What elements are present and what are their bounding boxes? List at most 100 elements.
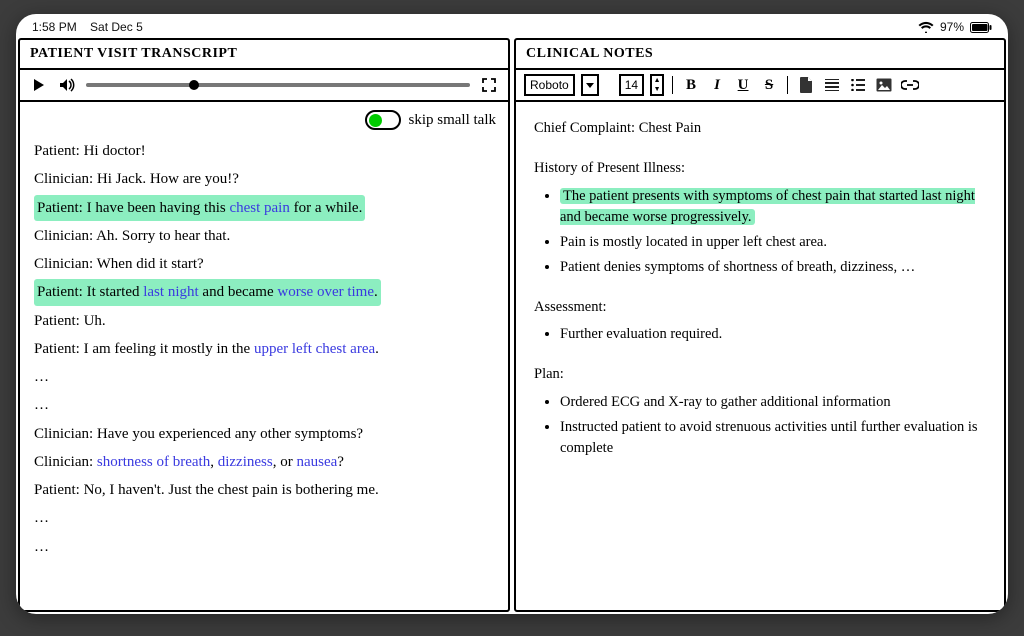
wifi-icon bbox=[918, 21, 934, 33]
split-panes: PATIENT VISIT TRANSCRIPT s bbox=[16, 36, 1008, 614]
transcript-body[interactable]: Patient: Hi doctor!Clinician: Hi Jack. H… bbox=[20, 134, 508, 610]
editor-toolbar: Roboto 14 ▲ ▼ B I U S bbox=[516, 70, 1004, 102]
transcript-line: Clinician: When did it start? bbox=[34, 251, 494, 277]
note-section: History of Present Illness: The patient p… bbox=[534, 158, 986, 279]
keyword: upper left chest area bbox=[254, 341, 375, 357]
toolbar-separator bbox=[787, 76, 788, 94]
transcript-line: Patient: Uh. bbox=[34, 308, 494, 334]
bold-button[interactable]: B bbox=[681, 75, 701, 95]
speaker-prefix: Clinician: bbox=[34, 256, 97, 272]
note-section: Plan: Ordered ECG and X-ray to gather add… bbox=[534, 364, 986, 460]
transcript-line: Patient: I have been having this chest p… bbox=[34, 195, 494, 221]
transcript-text: … bbox=[34, 397, 49, 413]
list-item: Further evaluation required. bbox=[560, 324, 986, 346]
keyword: nausea bbox=[296, 454, 337, 470]
list-item: Instructed patient to avoid strenuous ac… bbox=[560, 417, 986, 461]
font-family-dropdown-icon[interactable] bbox=[581, 74, 599, 96]
toggle-row: skip small talk bbox=[20, 102, 508, 134]
transcript-text: ? bbox=[337, 454, 344, 470]
transcript-text: , bbox=[210, 454, 218, 470]
transcript-pane: PATIENT VISIT TRANSCRIPT s bbox=[18, 38, 510, 612]
keyword: shortness of breath bbox=[97, 454, 210, 470]
play-button[interactable] bbox=[30, 76, 48, 94]
image-icon[interactable] bbox=[874, 75, 894, 95]
align-icon[interactable] bbox=[822, 75, 842, 95]
speaker-prefix: Patient: bbox=[34, 313, 84, 329]
strike-button[interactable]: S bbox=[759, 75, 779, 95]
transcript-text: . bbox=[375, 341, 379, 357]
battery-percent: 97% bbox=[940, 20, 964, 34]
keyword: chest pain bbox=[229, 200, 289, 216]
transcript-text: and became bbox=[199, 284, 278, 300]
speaker-prefix: Patient: bbox=[34, 482, 84, 498]
section-title: Assessment: bbox=[534, 297, 986, 319]
transcript-text: It started bbox=[87, 284, 144, 300]
stepper-up-icon[interactable]: ▲ bbox=[652, 76, 662, 85]
transcript-line: Clinician: Have you experienced any othe… bbox=[34, 421, 494, 447]
list-item: Ordered ECG and X-ray to gather addition… bbox=[560, 392, 986, 414]
transcript-line: … bbox=[34, 392, 494, 418]
seek-slider[interactable] bbox=[86, 83, 470, 87]
toggle-knob bbox=[369, 114, 382, 127]
transcript-line: Clinician: Hi Jack. How are you!? bbox=[34, 166, 494, 192]
list-icon[interactable] bbox=[848, 75, 868, 95]
transcript-text: I have been having this bbox=[87, 200, 230, 216]
note-section: Chief Complaint: Chest Pain bbox=[534, 118, 986, 140]
speaker-prefix: Patient: bbox=[34, 341, 84, 357]
font-size-value: 14 bbox=[625, 78, 638, 92]
transcript-text: Hi doctor! bbox=[84, 143, 146, 159]
section-list: The patient presents with symptoms of ch… bbox=[534, 186, 986, 279]
notes-body[interactable]: Chief Complaint: Chest Pain History of Pr… bbox=[516, 102, 1004, 610]
fullscreen-button[interactable] bbox=[480, 76, 498, 94]
transcript-title: PATIENT VISIT TRANSCRIPT bbox=[20, 40, 508, 70]
speaker-prefix: Clinician: bbox=[34, 454, 97, 470]
stepper-down-icon[interactable]: ▼ bbox=[652, 85, 662, 94]
speaker-prefix: Clinician: bbox=[34, 228, 96, 244]
transcript-line: Patient: No, I haven't. Just the chest p… bbox=[34, 477, 494, 503]
transcript-line: … bbox=[34, 364, 494, 390]
note-section: Assessment: Further evaluation required. bbox=[534, 297, 986, 347]
transcript-text: Have you experienced any other symptoms? bbox=[97, 426, 363, 442]
highlighted-note: The patient presents with symptoms of ch… bbox=[560, 188, 975, 226]
skip-small-talk-label: skip small talk bbox=[409, 112, 497, 129]
font-size-stepper[interactable]: ▲ ▼ bbox=[650, 74, 664, 96]
speaker-prefix: Clinician: bbox=[34, 426, 97, 442]
file-icon[interactable] bbox=[796, 75, 816, 95]
seek-thumb[interactable] bbox=[189, 80, 199, 90]
list-item: Pain is mostly located in upper left che… bbox=[560, 232, 986, 254]
transcript-line: Clinician: Ah. Sorry to hear that. bbox=[34, 223, 494, 249]
transcript-text: When did it start? bbox=[97, 256, 204, 272]
link-icon[interactable] bbox=[900, 75, 920, 95]
transcript-text: … bbox=[34, 510, 49, 526]
speaker-prefix: Patient: bbox=[34, 143, 84, 159]
section-list: Further evaluation required. bbox=[534, 324, 986, 346]
transcript-line: Clinician: shortness of breath, dizzines… bbox=[34, 449, 494, 475]
notes-pane: CLINICAL NOTES Roboto 14 ▲ ▼ B I bbox=[514, 38, 1006, 612]
transcript-text: for a while. bbox=[290, 200, 362, 216]
status-left: 1:58 PM Sat Dec 5 bbox=[32, 20, 143, 34]
list-item: Patient denies symptoms of shortness of … bbox=[560, 257, 986, 279]
transcript-text: I am feeling it mostly in the bbox=[84, 341, 254, 357]
transcript-text: . bbox=[374, 284, 378, 300]
status-right: 97% bbox=[918, 20, 992, 34]
underline-button[interactable]: U bbox=[733, 75, 753, 95]
font-family-select[interactable]: Roboto bbox=[524, 74, 575, 96]
toolbar-separator bbox=[672, 76, 673, 94]
font-size-select[interactable]: 14 bbox=[619, 74, 644, 96]
italic-button[interactable]: I bbox=[707, 75, 727, 95]
transcript-text: Hi Jack. How are you!? bbox=[97, 171, 239, 187]
volume-button[interactable] bbox=[58, 76, 76, 94]
list-item: The patient presents with symptoms of ch… bbox=[560, 186, 986, 230]
speaker-prefix: Patient: bbox=[37, 200, 87, 216]
transcript-text: , or bbox=[273, 454, 297, 470]
section-title: Chief Complaint: Chest Pain bbox=[534, 118, 986, 140]
transcript-line: … bbox=[34, 505, 494, 531]
section-title: History of Present Illness: bbox=[534, 158, 986, 180]
notes-title: CLINICAL NOTES bbox=[516, 40, 1004, 70]
skip-small-talk-toggle[interactable] bbox=[365, 110, 401, 130]
status-bar: 1:58 PM Sat Dec 5 97% bbox=[16, 14, 1008, 36]
transcript-text: Uh. bbox=[84, 313, 106, 329]
section-title: Plan: bbox=[534, 364, 986, 386]
transcript-line: … bbox=[34, 534, 494, 560]
transcript-line: Patient: Hi doctor! bbox=[34, 138, 494, 164]
